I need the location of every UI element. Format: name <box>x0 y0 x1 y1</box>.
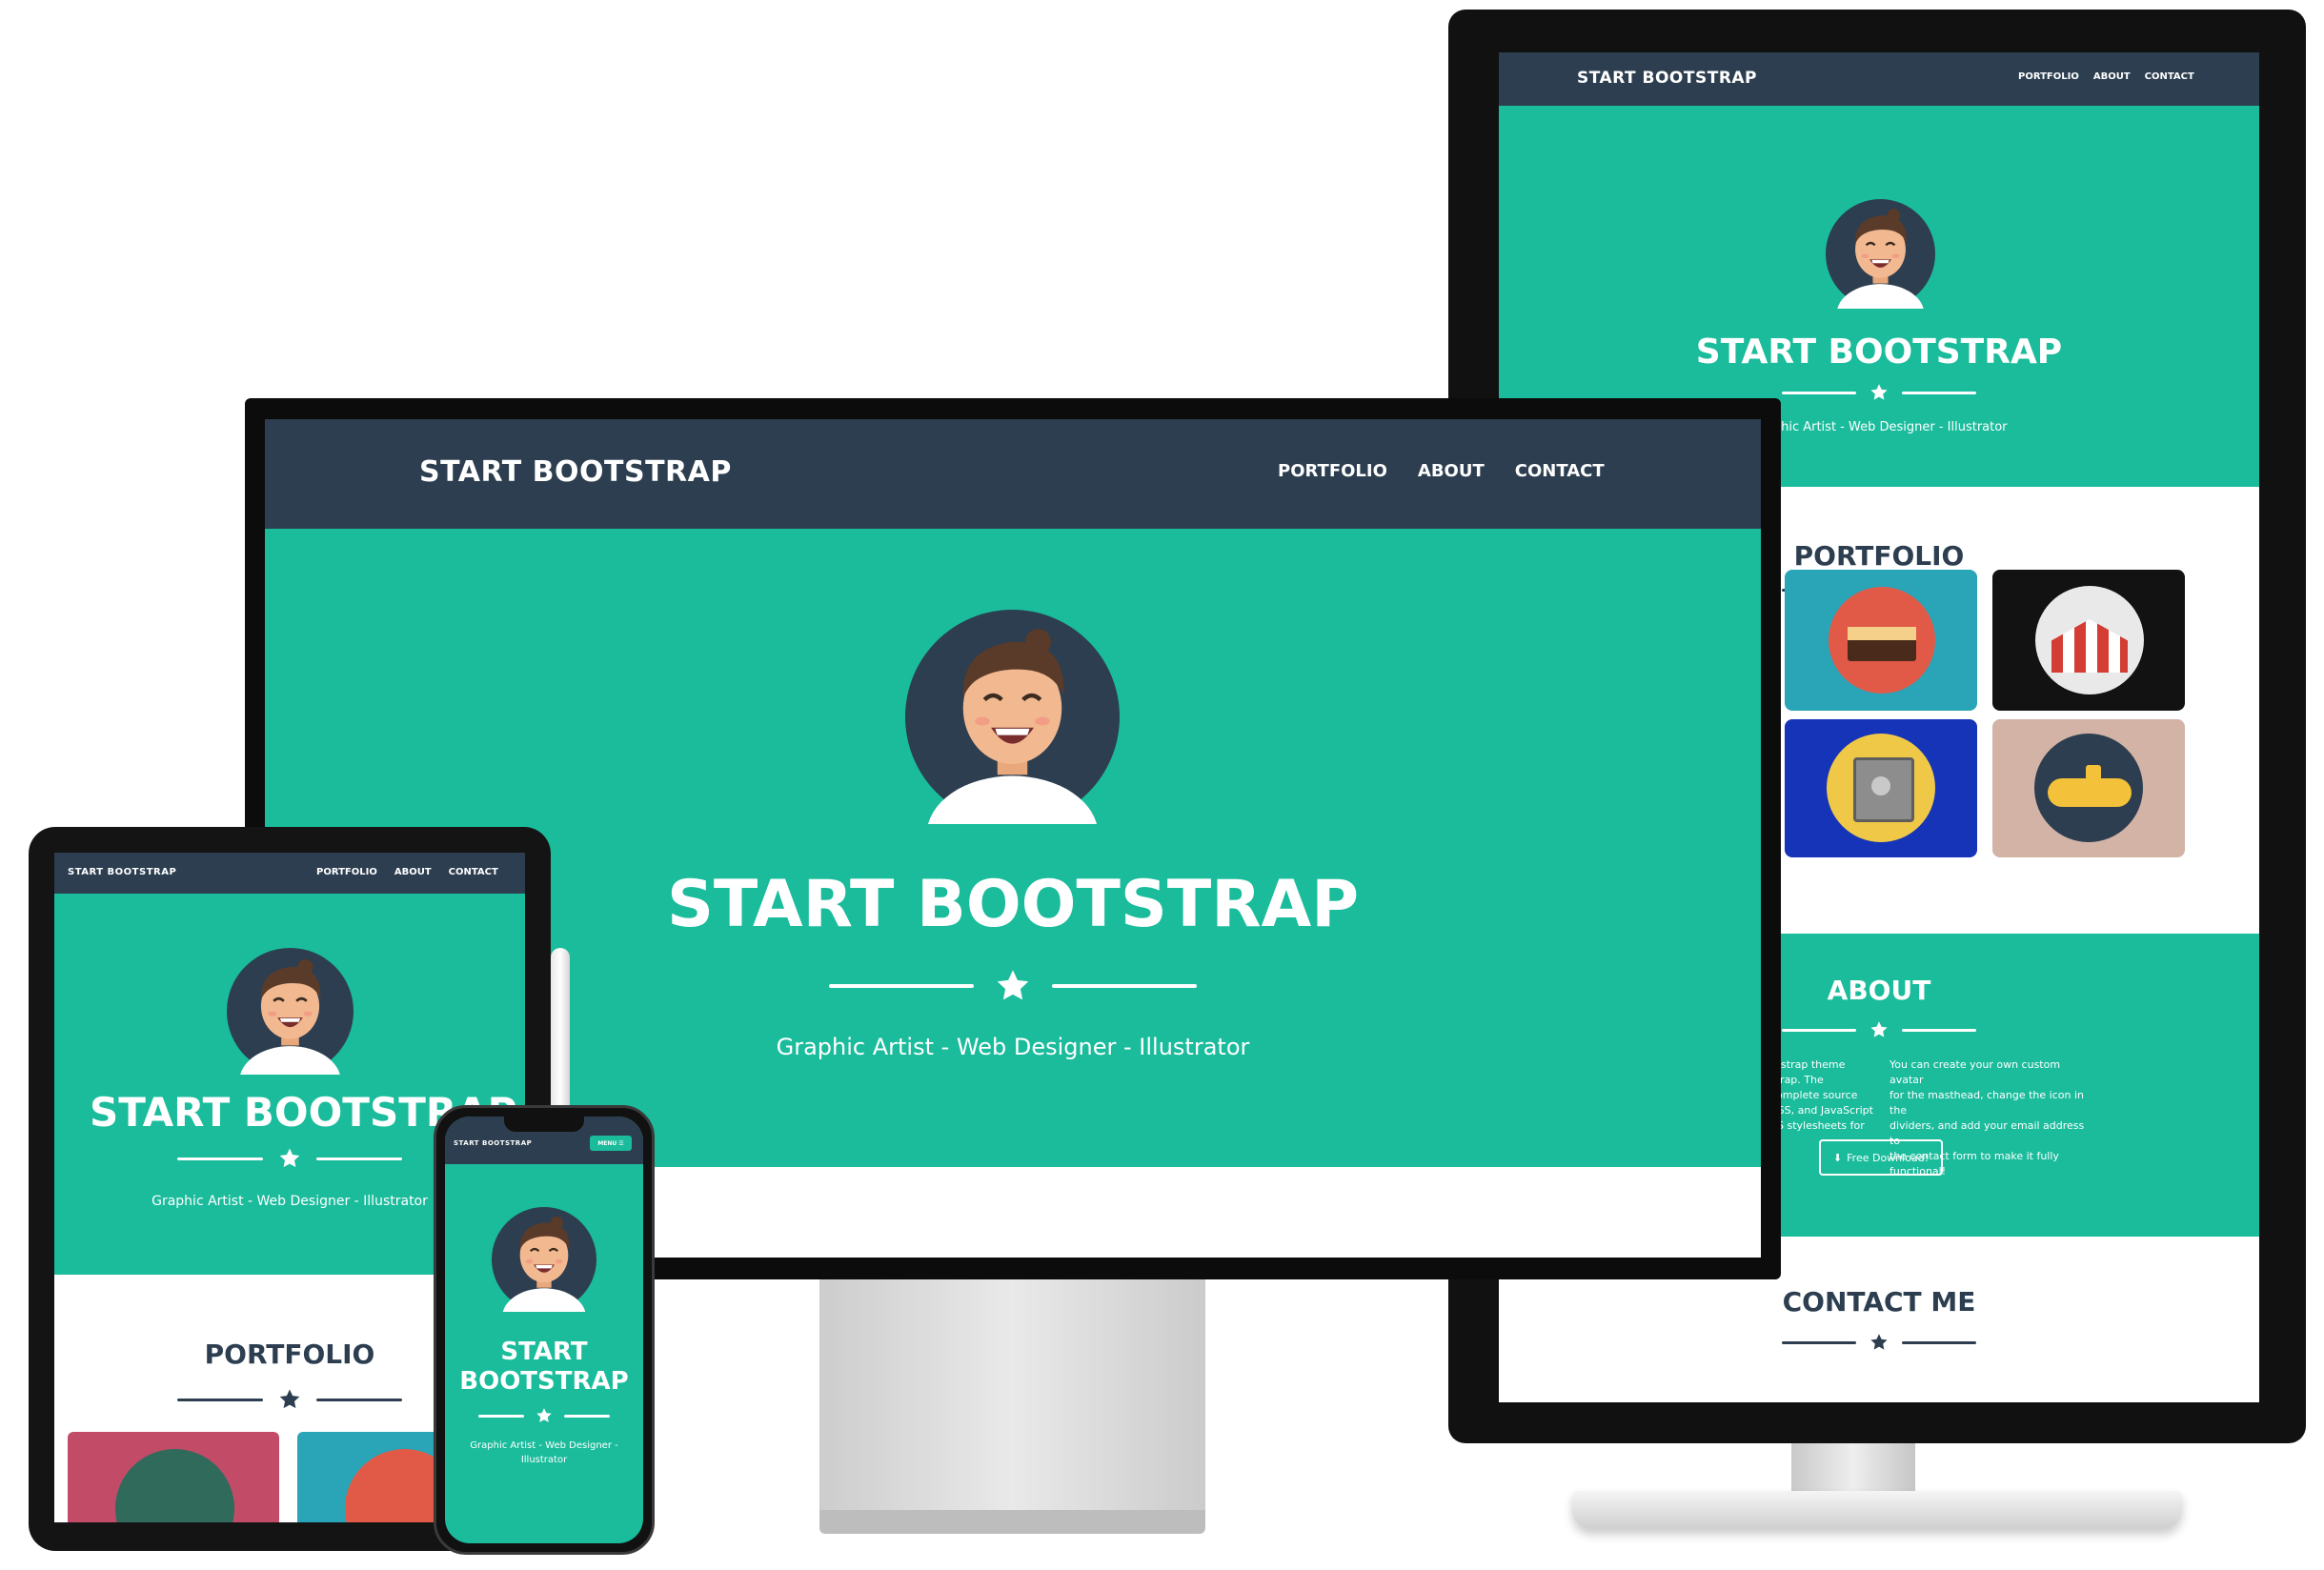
masthead-title: START BOOTSTRAP <box>459 1338 629 1396</box>
star-icon <box>1869 1333 1889 1352</box>
vertical-monitor-base <box>1572 1491 2182 1529</box>
nav-contact[interactable]: CONTACT <box>449 867 498 877</box>
star-icon <box>995 968 1031 1004</box>
free-download-button[interactable]: ⬇ Free Download! <box>1819 1139 1943 1176</box>
portfolio-item-cake[interactable] <box>1785 570 1977 711</box>
brand-link[interactable]: START BOOTSTRAP <box>68 867 176 877</box>
nav-portfolio[interactable]: PORTFOLIO <box>2018 71 2079 82</box>
avatar-icon <box>492 1207 596 1312</box>
portfolio-item-circus[interactable] <box>1992 570 2185 711</box>
navbar: START BOOTSTRAP PORTFOLIO ABOUT CONTACT <box>265 419 1761 529</box>
brand-link[interactable]: START BOOTSTRAP <box>454 1139 532 1147</box>
phone-screen: START BOOTSTRAP MENU ☰ START BOOTSTRAP Gra… <box>445 1117 643 1543</box>
nav-portfolio[interactable]: PORTFOLIO <box>316 867 377 877</box>
masthead-title: START BOOTSTRAP <box>1695 332 2063 372</box>
nav-links: PORTFOLIO ABOUT CONTACT <box>1278 461 1605 481</box>
star-icon <box>1869 383 1889 402</box>
navbar: START BOOTSTRAP PORTFOLIO ABOUT CONTACT <box>54 853 525 894</box>
contact-heading: CONTACT ME <box>1782 1286 1976 1318</box>
nav-about[interactable]: ABOUT <box>2093 71 2131 82</box>
avatar-icon <box>905 610 1120 824</box>
contact-divider <box>1499 1332 2259 1353</box>
avatar-icon <box>1826 199 1935 309</box>
about-text-left: otstrap theme strap. The complete source CS… <box>1770 1058 1873 1132</box>
desktop-monitor-stand <box>819 1267 1205 1515</box>
menu-toggle-button[interactable]: MENU ☰ <box>590 1136 632 1151</box>
nav-links: PORTFOLIO ABOUT CONTACT <box>2018 71 2194 82</box>
star-icon <box>1869 1020 1889 1039</box>
nav-contact[interactable]: CONTACT <box>2145 71 2194 82</box>
brand-link[interactable]: START BOOTSTRAP <box>1577 69 1757 88</box>
nav-about[interactable]: ABOUT <box>1418 461 1485 481</box>
star-icon <box>536 1407 553 1424</box>
brand-link[interactable]: START BOOTSTRAP <box>419 455 732 489</box>
download-icon: ⬇ <box>1832 1151 1843 1164</box>
avatar-icon <box>227 948 354 1075</box>
nav-contact[interactable]: CONTACT <box>1515 461 1605 481</box>
masthead-subtitle: Graphic Artist - Web Designer - Illustrat… <box>470 1440 618 1465</box>
cabin-icon <box>115 1449 234 1522</box>
nav-portfolio[interactable]: PORTFOLIO <box>1278 461 1387 481</box>
phone-notch <box>504 1117 584 1132</box>
masthead-divider <box>445 1407 643 1424</box>
portfolio-item-cabin[interactable] <box>68 1432 279 1522</box>
hamburger-icon: ☰ <box>618 1139 624 1147</box>
portfolio-item-submarine[interactable] <box>1992 719 2185 857</box>
nav-links: PORTFOLIO ABOUT CONTACT <box>316 867 498 877</box>
desktop-monitor-foot <box>819 1510 1205 1534</box>
star-icon <box>278 1388 301 1411</box>
nav-about[interactable]: ABOUT <box>394 867 432 877</box>
star-icon <box>278 1147 301 1170</box>
navbar: START BOOTSTRAP PORTFOLIO ABOUT CONTACT <box>1499 52 2259 106</box>
portfolio-item-safe[interactable] <box>1785 719 1977 857</box>
